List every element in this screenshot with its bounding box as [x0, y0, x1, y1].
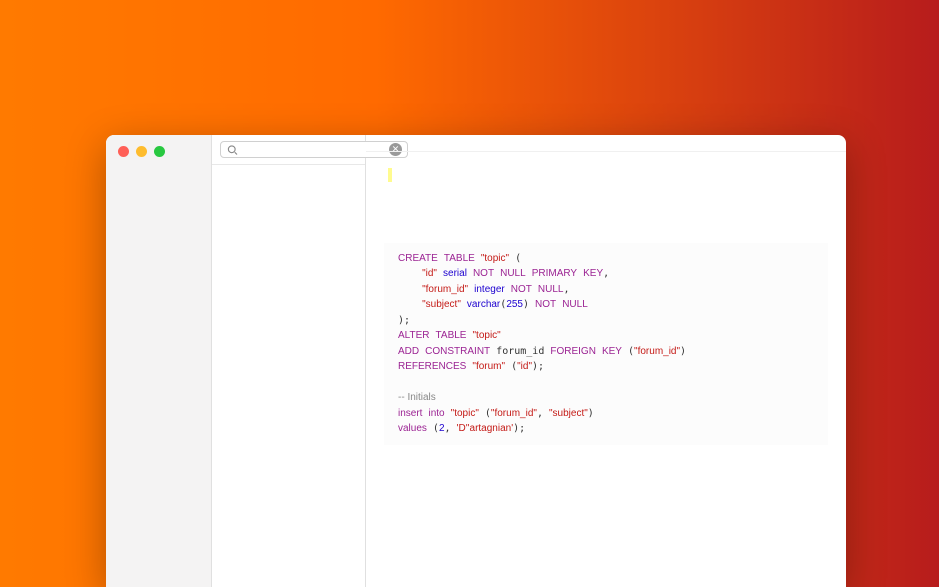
heading-manual-declaration: [384, 455, 828, 473]
sidebar-cloud-header: [106, 173, 211, 183]
editor-body[interactable]: CREATE TABLE "topic" ( "id" serial NOT N…: [366, 152, 846, 587]
minimize-button[interactable]: [136, 146, 147, 157]
search-icon: [226, 144, 239, 156]
search-input[interactable]: [243, 144, 385, 156]
sidebar-tags-header: [106, 191, 211, 201]
sidebar: [106, 135, 212, 587]
window-title: [366, 135, 846, 152]
window-controls: [118, 146, 165, 157]
heading-autodetect: [384, 196, 828, 214]
app-window: ✕ CREATE TABLE "topic" ( "id" serial NOT…: [106, 135, 846, 587]
heading-sql: [384, 222, 828, 239]
heading-swift: [384, 481, 828, 498]
heading-code-highlighting: [384, 166, 828, 184]
code-block-swift: [384, 501, 828, 503]
close-button[interactable]: [118, 146, 129, 157]
notes-list: ✕: [212, 135, 366, 587]
editor-pane: CREATE TABLE "topic" ( "id" serial NOT N…: [366, 135, 846, 587]
code-block-sql: CREATE TABLE "topic" ( "id" serial NOT N…: [384, 243, 828, 445]
hero-title: [0, 0, 939, 42]
maximize-button[interactable]: [154, 146, 165, 157]
